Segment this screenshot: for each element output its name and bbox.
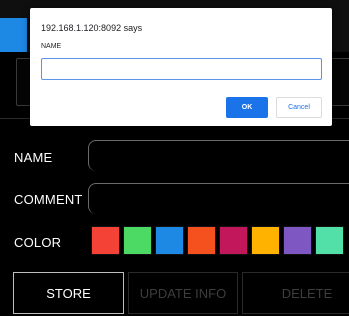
prompt-dialog: 192.168.1.120:8092 says NAME OK Cancel [30, 8, 332, 126]
update-info-button[interactable]: UPDATE INFO [128, 272, 238, 314]
color-label: COLOR [14, 235, 62, 250]
color-swatch-row [91, 226, 344, 255]
dialog-ok-button[interactable]: OK [226, 97, 268, 118]
dialog-title: 192.168.1.120:8092 says [41, 23, 143, 33]
name-input[interactable] [88, 140, 349, 171]
color-swatch-2[interactable] [123, 226, 152, 255]
dialog-cancel-button[interactable]: Cancel [276, 97, 322, 118]
name-label: NAME [14, 150, 53, 165]
color-swatch-7[interactable] [283, 226, 312, 255]
delete-button[interactable]: DELETE [242, 272, 349, 314]
comment-label: COMMENT [14, 192, 83, 207]
comment-input[interactable] [88, 183, 349, 214]
color-swatch-1[interactable] [91, 226, 120, 255]
color-swatch-8[interactable] [315, 226, 344, 255]
color-swatch-3[interactable] [155, 226, 184, 255]
store-button[interactable]: STORE [13, 272, 124, 314]
color-swatch-4[interactable] [187, 226, 216, 255]
color-swatch-6[interactable] [251, 226, 280, 255]
color-swatch-5[interactable] [219, 226, 248, 255]
app-screen: NAME COMMENT COLOR STORE UPDATE INFO DEL… [0, 0, 349, 316]
dialog-message: NAME [41, 43, 62, 50]
app-accent-block [0, 18, 27, 52]
dialog-text-input[interactable] [41, 58, 322, 80]
